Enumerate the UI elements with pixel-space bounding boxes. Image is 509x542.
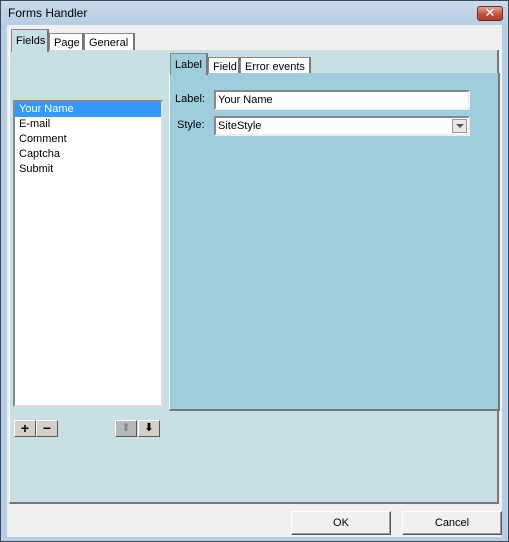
- list-item[interactable]: Captcha: [15, 147, 161, 162]
- tab-error-events-label: Error events: [245, 61, 305, 73]
- window-title: Forms Handler: [8, 6, 88, 20]
- style-select[interactable]: SiteStyle: [214, 116, 470, 136]
- label-caption: Label:: [175, 93, 205, 105]
- style-select-value: SiteStyle: [218, 120, 262, 132]
- tab-page[interactable]: Page: [49, 33, 84, 51]
- list-item[interactable]: E-mail: [15, 117, 161, 132]
- chevron-down-icon[interactable]: [452, 119, 467, 133]
- list-item[interactable]: Your Name: [15, 102, 161, 117]
- title-bar[interactable]: Forms Handler ✕: [1, 1, 508, 25]
- arrow-down-icon: ⬇: [144, 422, 154, 434]
- tab-label[interactable]: Label: [170, 53, 208, 75]
- forms-handler-dialog: Forms Handler ✕ Fields Page General Your…: [0, 0, 509, 542]
- tab-field-label: Field: [213, 61, 237, 73]
- move-up-button[interactable]: ⬆: [115, 420, 137, 437]
- close-icon: ✕: [484, 5, 496, 20]
- tab-label-label: Label: [175, 59, 202, 71]
- dialog-client-area: Fields Page General Your Name E-mail Com…: [7, 25, 502, 537]
- label-input[interactable]: Your Name: [214, 90, 470, 110]
- cancel-button[interactable]: Cancel: [402, 511, 502, 535]
- tab-fields-label: Fields: [16, 35, 46, 47]
- minus-icon: −: [42, 420, 52, 436]
- list-item[interactable]: Comment: [15, 132, 161, 147]
- list-item[interactable]: Submit: [15, 162, 161, 177]
- window-frame-bottom: [1, 537, 508, 541]
- label-tab-panel: Label: Your Name Style: SiteStyle: [169, 73, 500, 411]
- fields-listbox[interactable]: Your Name E-mail Comment Captcha Submit: [13, 100, 163, 407]
- remove-field-button[interactable]: −: [36, 420, 58, 437]
- plus-icon: +: [20, 420, 30, 436]
- tab-general-label: General: [89, 37, 129, 49]
- tab-fields[interactable]: Fields: [11, 29, 49, 52]
- close-button[interactable]: ✕: [477, 5, 503, 21]
- arrow-up-icon: ⬆: [121, 422, 131, 434]
- window-frame-right: [502, 25, 508, 541]
- style-caption: Style:: [177, 119, 205, 131]
- tab-page-label: Page: [54, 37, 80, 49]
- add-field-button[interactable]: +: [14, 420, 36, 437]
- tab-general[interactable]: General: [84, 33, 135, 51]
- move-down-button[interactable]: ⬇: [138, 420, 160, 437]
- ok-button[interactable]: OK: [291, 511, 391, 535]
